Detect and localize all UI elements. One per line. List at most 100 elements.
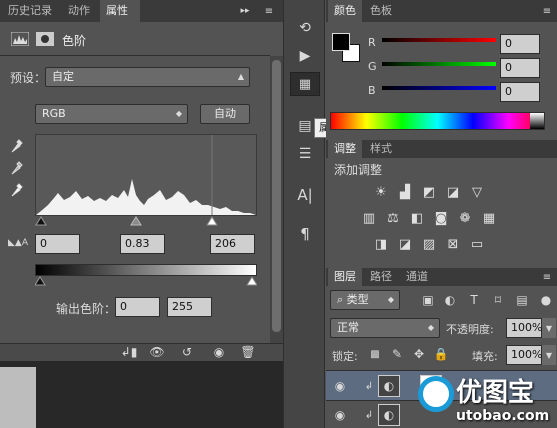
tab-styles[interactable]: 样式 [364,140,398,158]
view-previous-state-icon[interactable]: 👁 [146,345,168,359]
output-black-field[interactable]: 0 [115,297,160,317]
lock-paint-icon[interactable]: ✎ [390,347,404,361]
lock-move-icon[interactable]: ✥ [412,347,426,361]
panel-menu-icon[interactable]: ≡ [540,270,554,284]
clip-arrow-icon: ↲ [364,380,374,392]
character-icon[interactable]: A| [295,185,315,205]
filter-smart-object-icon[interactable]: ▤ [514,292,530,308]
tab-swatches[interactable]: 色板 [364,0,398,22]
filter-type-icon[interactable]: T [466,292,482,308]
invert-icon[interactable]: ◨ [372,236,390,252]
tab-layers[interactable]: 图层 [328,268,362,286]
tab-actions[interactable]: 动作 [62,0,96,22]
fill-field[interactable]: 100% [506,345,542,365]
r-slider[interactable] [382,38,496,42]
black-eyedropper-icon[interactable] [8,136,26,154]
black-white-icon[interactable]: ◧ [408,210,426,226]
title-divider [0,55,270,56]
vibrance-icon[interactable]: ▥ [360,210,378,226]
g-slider[interactable] [382,62,496,66]
gradient-triangle-icon[interactable]: ▽ [468,184,486,200]
preset-dropdown[interactable]: 自定 ▲ [45,67,250,87]
blend-mode-dropdown[interactable]: 正常 ◆ [330,318,440,338]
opacity-dropdown-icon[interactable]: ▼ [542,318,556,338]
watermark-line1: 优图宝 [456,378,535,408]
tab-properties[interactable]: 属性 [100,0,140,22]
color-lookup-icon[interactable]: ▦ [480,210,498,226]
b-slider[interactable] [382,86,496,90]
tab-adjustments[interactable]: 调整 [328,140,362,158]
info-icon[interactable]: ▤ [295,116,315,136]
b-value-field[interactable]: 0 [500,82,540,102]
exposure-icon[interactable]: ◪ [444,184,462,200]
threshold-icon[interactable]: ▨ [420,236,438,252]
channel-label-b: B [368,84,376,97]
input-white-field[interactable]: 206 [210,234,255,254]
visibility-eye-icon[interactable]: ◉ [208,345,230,359]
watermark-line2: utobao.com [456,408,550,424]
foreground-color-swatch[interactable] [332,33,350,51]
paragraph-icon[interactable]: ¶ [295,224,315,244]
g-value-field[interactable]: 0 [500,58,540,78]
channel-mixer-icon[interactable]: ❁ [456,210,474,226]
dropdown-arrow-icon: ◆ [175,109,182,118]
tab-paths[interactable]: 路径 [364,268,398,286]
properties-icon[interactable]: ▦ [290,72,320,96]
black-point-slider [35,216,47,226]
input-black-field[interactable]: 0 [35,234,80,254]
clip-to-layer-icon[interactable]: ↲▮ [118,345,140,359]
color-spectrum-bar[interactable] [330,112,545,130]
input-gray-field[interactable]: 0.83 [120,234,165,254]
adjustment-thumbnail-icon[interactable]: ◐ [378,404,400,426]
opacity-field[interactable]: 100% [506,318,542,338]
gradient-map-icon[interactable]: ▭ [468,236,486,252]
visibility-eye-icon[interactable]: ◉ [332,379,348,393]
selective-color-icon[interactable]: ⊠ [444,236,462,252]
scrollbar-thumb[interactable] [272,60,281,332]
trash-icon[interactable]: 🗑 [237,345,259,359]
panel-scrollbar[interactable] [270,56,283,346]
visibility-eye-icon[interactable]: ◉ [332,408,348,422]
fill-dropdown-icon[interactable]: ▼ [542,345,556,365]
photo-filter-icon[interactable]: ◙ [432,210,450,226]
tab-color[interactable]: 颜色 [328,0,362,22]
fill-label: 填充: [472,350,498,363]
panel-menu-icon[interactable]: ≡ [262,4,276,18]
r-value-field[interactable]: 0 [500,34,540,54]
reset-icon[interactable]: ↺ [176,345,198,359]
notes-icon[interactable]: ☰ [295,144,315,164]
output-white-slider [246,276,258,286]
clipping-warning-icon[interactable]: ◣▲A [6,236,30,250]
properties-panel: 历史记录 动作 属性 ▸▸ ≡ 色阶 预设： 自定 ▲ RGB ◆ 自动 ◣▲A… [0,0,283,370]
history-icon[interactable]: ⟲ [295,18,315,38]
channel-dropdown[interactable]: RGB ◆ [35,104,188,124]
posterize-icon[interactable]: ◪ [396,236,414,252]
auto-button[interactable]: 自动 [200,104,250,124]
white-eyedropper-icon[interactable] [8,180,26,198]
gray-eyedropper-icon[interactable] [8,158,26,176]
lock-all-icon[interactable]: 🔒 [434,347,449,361]
panel-menu-icon[interactable]: ≡ [540,4,554,18]
double-chevron-menu-icon[interactable]: ▸▸ [238,4,252,18]
filter-label: 类型 [346,293,369,306]
clip-arrow-icon: ↲ [364,409,374,421]
lock-transparent-icon[interactable]: ▩ [368,347,382,361]
watermark-logo-icon [418,376,454,412]
levels-icon[interactable]: ▟ [396,184,414,200]
filter-toggle-icon[interactable]: ● [538,292,554,308]
filter-pixel-icon[interactable]: ▣ [420,292,436,308]
layer-filter-dropdown[interactable]: ⌕ 类型 ◆ [330,290,400,310]
adjustment-thumbnail-icon[interactable]: ◐ [378,375,400,397]
levels-histogram-icon [10,31,30,47]
color-balance-icon[interactable]: ⚖ [384,210,402,226]
curves-icon[interactable]: ◩ [420,184,438,200]
mask-icon[interactable] [35,31,55,47]
tab-history[interactable]: 历史记录 [2,0,58,22]
output-white-field[interactable]: 255 [167,297,212,317]
output-gradient-bar [35,264,257,276]
filter-shape-icon[interactable]: ⌑ [490,292,506,308]
tab-channels[interactable]: 通道 [400,268,434,286]
filter-adjustment-icon[interactable]: ◐ [442,292,458,308]
brightness-icon[interactable]: ☀ [372,184,390,200]
actions-play-icon[interactable]: ▶ [295,46,315,66]
